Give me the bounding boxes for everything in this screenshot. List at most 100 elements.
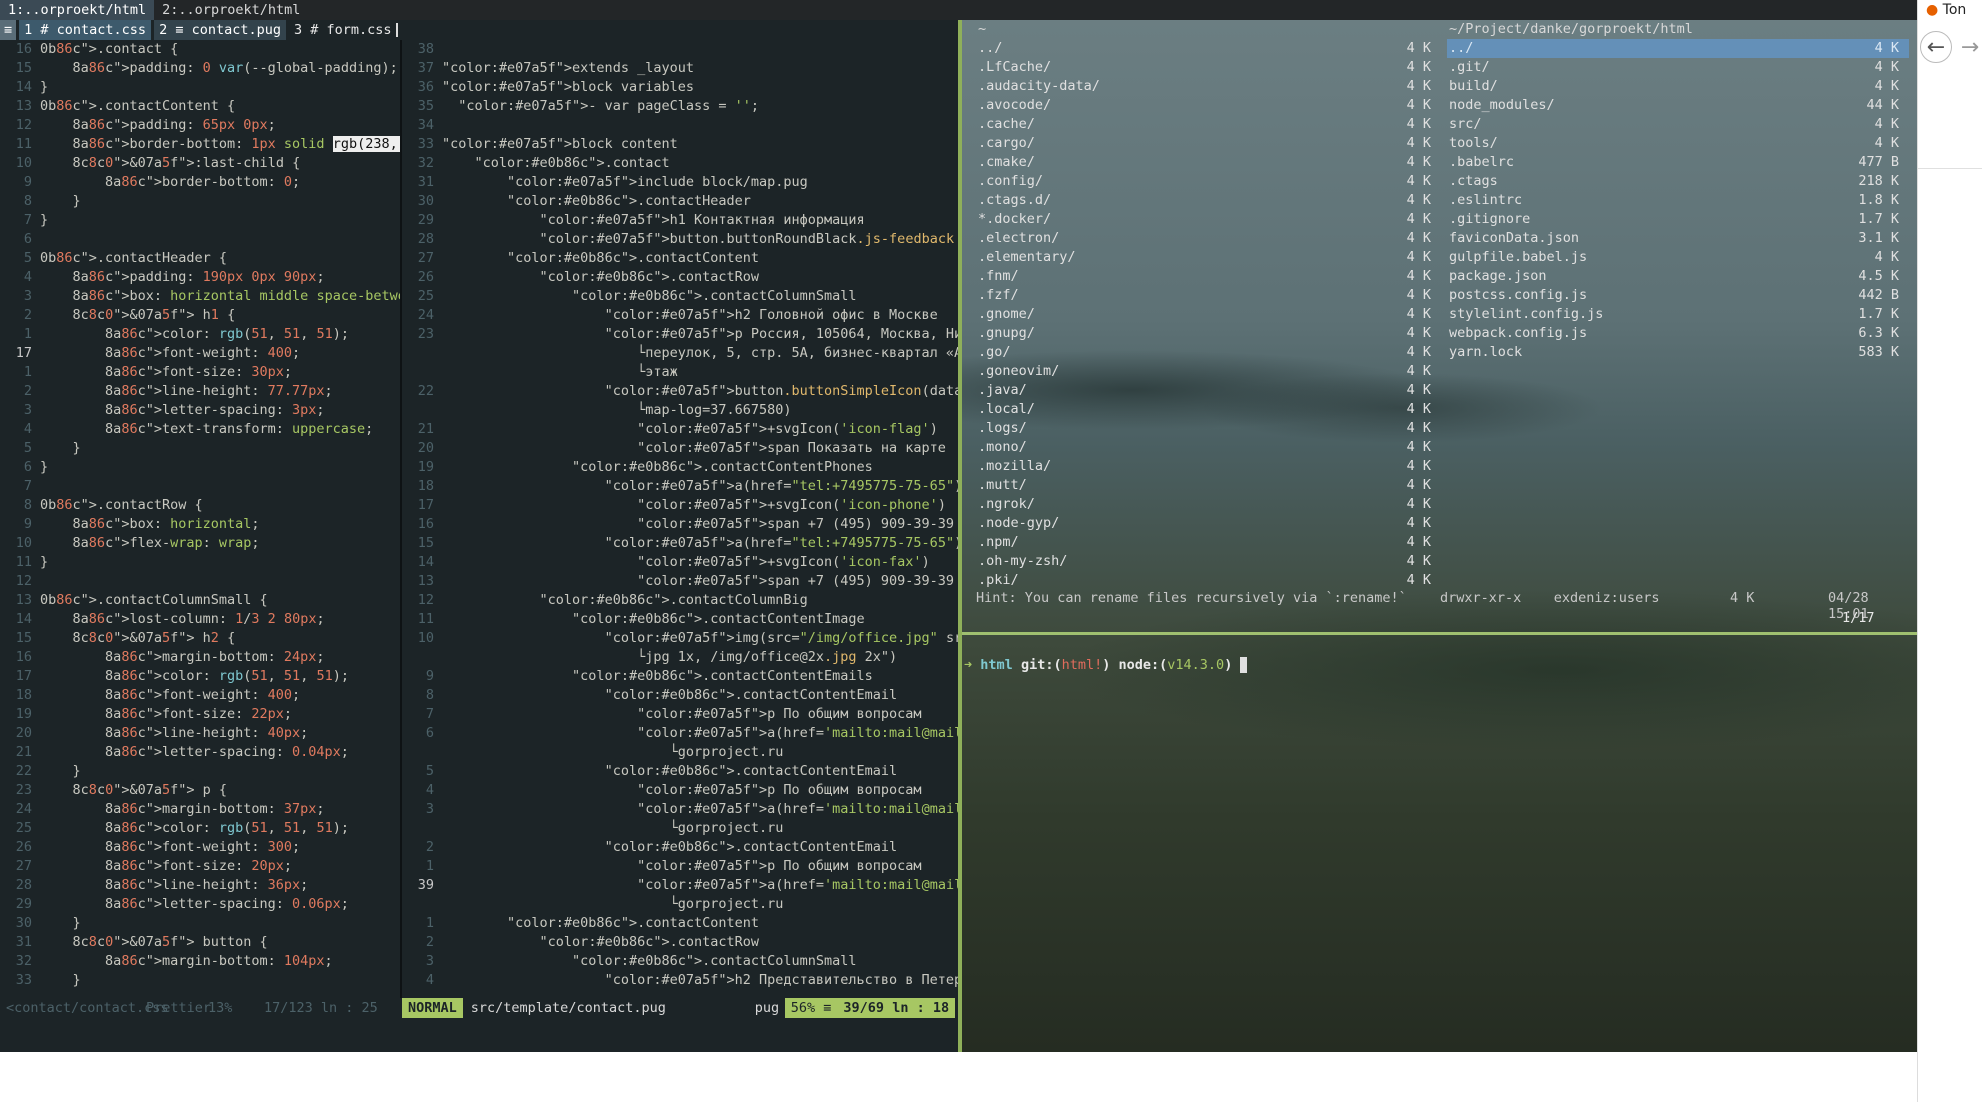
file-entry[interactable]: .fnm/4 K: [976, 267, 1441, 286]
code-line[interactable]: 9 "color:#e0b86c">.contactContentEmails: [402, 667, 958, 686]
vim-buffer-tab-3[interactable]: 3 # form.css: [289, 20, 403, 40]
file-entry[interactable]: .logs/4 K: [976, 419, 1441, 438]
vim-buffer-tab-1[interactable]: 1 # contact.css: [19, 20, 152, 40]
browser-tab[interactable]: ● Ton: [1926, 2, 1966, 18]
file-entry[interactable]: .ctags.d/4 K: [976, 191, 1441, 210]
code-line[interactable]: 1 8a86c">font-size: 30px;: [0, 363, 400, 382]
code-line[interactable]: └переулок, 5, стр. 5А, бизнес-квартал «А…: [402, 344, 958, 363]
code-line[interactable]: 17 "color:#e07a5f">+svgIcon('icon-phone'…: [402, 496, 958, 515]
code-line[interactable]: 16 8a86c">margin-bottom: 24px;: [0, 648, 400, 667]
code-line[interactable]: 10 8a86c">flex-wrap: wrap;: [0, 534, 400, 553]
code-line[interactable]: └gorproject.ru: [402, 895, 958, 914]
file-entry[interactable]: .fzf/4 K: [976, 286, 1441, 305]
code-line[interactable]: 31 8c8c0">&07a5f"> button {: [0, 933, 400, 952]
code-line[interactable]: 23 8c8c0">&07a5f"> p {: [0, 781, 400, 800]
code-line[interactable]: 7: [0, 477, 400, 496]
code-line[interactable]: 28 "color:#e07a5f">button.buttonRoundBla…: [402, 230, 958, 249]
code-line[interactable]: 25 8a86c">color: rgb(51, 51, 51);: [0, 819, 400, 838]
code-line[interactable]: 5 "color:#e0b86c">.contactContentEmail: [402, 762, 958, 781]
file-entry[interactable]: .cargo/4 K: [976, 134, 1441, 153]
code-line[interactable]: 11 8a86c">border-bottom: 1px solid rgb(2…: [0, 135, 400, 154]
file-entry[interactable]: build/4 K: [1447, 77, 1909, 96]
code-line[interactable]: 24 8a86c">margin-bottom: 37px;: [0, 800, 400, 819]
file-entry[interactable]: .ngrok/4 K: [976, 495, 1441, 514]
file-entry[interactable]: faviconData.json 3.1 K: [1447, 229, 1909, 248]
code-line[interactable]: 33 }: [0, 971, 400, 990]
code-line[interactable]: 26 8a86c">font-weight: 300;: [0, 838, 400, 857]
code-line[interactable]: 20 "color:#e07a5f">span Показать на карт…: [402, 439, 958, 458]
code-line[interactable]: 4 8a86c">text-transform: uppercase;: [0, 420, 400, 439]
code-line[interactable]: 35 "color:#e07a5f">- var pageClass = '';: [402, 97, 958, 116]
code-line[interactable]: 13 0b86c">.contactColumnSmall {: [0, 591, 400, 610]
code-line[interactable]: 20 8a86c">line-height: 40px;: [0, 724, 400, 743]
file-entry[interactable]: .oh-my-zsh/4 K: [976, 552, 1441, 571]
file-entry[interactable]: .cmake/4 K: [976, 153, 1441, 172]
code-line[interactable]: 22 }: [0, 762, 400, 781]
code-line[interactable]: 8 "color:#e0b86c">.contactContentEmail: [402, 686, 958, 705]
file-entry[interactable]: .babelrc 477 B: [1447, 153, 1909, 172]
code-line[interactable]: └этаж: [402, 363, 958, 382]
code-line[interactable]: 14 "color:#e07a5f">+svgIcon('icon-fax'): [402, 553, 958, 572]
code-line[interactable]: 30 }: [0, 914, 400, 933]
code-line[interactable]: 34: [402, 116, 958, 135]
file-entry[interactable]: .gnupg/4 K: [976, 324, 1441, 343]
code-line[interactable]: 8 }: [0, 192, 400, 211]
code-line[interactable]: 15 8a86c">padding: 0 var(--global-paddin…: [0, 59, 400, 78]
code-line[interactable]: └gorproject.ru: [402, 743, 958, 762]
code-line[interactable]: 13 0b86c">.contactContent {: [0, 97, 400, 116]
file-entry[interactable]: stylelint.config.js 1.7 K: [1447, 305, 1909, 324]
code-line[interactable]: 21 8a86c">letter-spacing: 0.04px;: [0, 743, 400, 762]
forward-button[interactable]: →: [1954, 31, 1982, 63]
file-entry[interactable]: tools/4 K: [1447, 134, 1909, 153]
code-line[interactable]: 14 8a86c">lost-column: 1/3 2 80px;: [0, 610, 400, 629]
code-line[interactable]: 4 "color:#e07a5f">p По общим вопросам: [402, 781, 958, 800]
file-entry[interactable]: .mono/4 K: [976, 438, 1441, 457]
file-entry[interactable]: ../ 4 K: [1447, 39, 1909, 58]
code-line[interactable]: 10 "color:#e07a5f">img(src="/img/office.…: [402, 629, 958, 648]
code-line[interactable]: 30 "color:#e0b86c">.contactHeader: [402, 192, 958, 211]
code-line[interactable]: 25 "color:#e0b86c">.contactColumnSmall: [402, 287, 958, 306]
code-line[interactable]: 16 0b86c">.contact {: [0, 40, 400, 59]
code-line[interactable]: 3 "color:#e07a5f">a(href='mailto:mail@ma…: [402, 800, 958, 819]
code-line[interactable]: 12 8a86c">padding: 65px 0px;: [0, 116, 400, 135]
code-line[interactable]: 12 "color:#e0b86c">.contactColumnBig: [402, 591, 958, 610]
file-entry[interactable]: .node-gyp/4 K: [976, 514, 1441, 533]
vim-buffer-tab-2[interactable]: 2 ≡ contact.pug: [154, 20, 286, 40]
file-entry[interactable]: .mutt/4 K: [976, 476, 1441, 495]
file-entry[interactable]: ../ 4 K: [976, 39, 1441, 58]
file-entry[interactable]: .gitignore 1.7 K: [1447, 210, 1909, 229]
code-line[interactable]: 39 "color:#e07a5f">a(href='mailto:mail@m…: [402, 876, 958, 895]
code-line[interactable]: 21 "color:#e07a5f">+svgIcon('icon-flag'): [402, 420, 958, 439]
code-line[interactable]: 5 0b86c">.contactHeader {: [0, 249, 400, 268]
code-line[interactable]: └gorproject.ru: [402, 819, 958, 838]
code-line[interactable]: 12: [0, 572, 400, 591]
file-entry[interactable]: .cache/4 K: [976, 115, 1441, 134]
code-line[interactable]: 2 8a86c">line-height: 77.77px;: [0, 382, 400, 401]
file-entry[interactable]: .go/4 K: [976, 343, 1441, 362]
terminal-pane[interactable]: ➜ html git:(html!) node:(v14.3.0): [962, 635, 1917, 1052]
file-entry[interactable]: .java/4 K: [976, 381, 1441, 400]
code-line[interactable]: 8 0b86c">.contactRow {: [0, 496, 400, 515]
code-line[interactable]: 18 "color:#e07a5f">a(href="tel:+7495775-…: [402, 477, 958, 496]
file-entry[interactable]: .mozilla/4 K: [976, 457, 1441, 476]
code-line[interactable]: 36 "color:#e07a5f">block variables: [402, 78, 958, 97]
file-entry[interactable]: .config/4 K: [976, 172, 1441, 191]
code-line[interactable]: 9 8a86c">border-bottom: 0;: [0, 173, 400, 192]
code-line[interactable]: 1 "color:#e07a5f">p По общим вопросам: [402, 857, 958, 876]
code-line[interactable]: 24 "color:#e07a5f">h2 Головной офис в Мо…: [402, 306, 958, 325]
file-entry[interactable]: .pki/4 K: [976, 571, 1441, 590]
code-line[interactable]: 33 "color:#e07a5f">block content: [402, 135, 958, 154]
code-line[interactable]: 2 8c8c0">&07a5f"> h1 {: [0, 306, 400, 325]
code-line[interactable]: 2 "color:#e0b86c">.contactContentEmail: [402, 838, 958, 857]
code-line[interactable]: 1 8a86c">color: rgb(51, 51, 51);: [0, 325, 400, 344]
code-line[interactable]: 11}: [0, 553, 400, 572]
editor-pane-left[interactable]: 16 0b86c">.contact {15 8a86c">padding: 0 …: [0, 40, 400, 998]
code-line[interactable]: 17 8a86c">font-weight: 400;: [0, 344, 400, 363]
file-entry[interactable]: .npm/4 K: [976, 533, 1441, 552]
file-entry[interactable]: *.docker/4 K: [976, 210, 1441, 229]
code-line[interactable]: 27 8a86c">font-size: 20px;: [0, 857, 400, 876]
code-line[interactable]: 15 8c8c0">&07a5f"> h2 {: [0, 629, 400, 648]
code-line[interactable]: 15 "color:#e07a5f">a(href="tel:+7495775-…: [402, 534, 958, 553]
code-line[interactable]: 29 "color:#e07a5f">h1 Контактная информа…: [402, 211, 958, 230]
code-line[interactable]: 22 "color:#e07a5f">button.buttonSimpleIc…: [402, 382, 958, 401]
